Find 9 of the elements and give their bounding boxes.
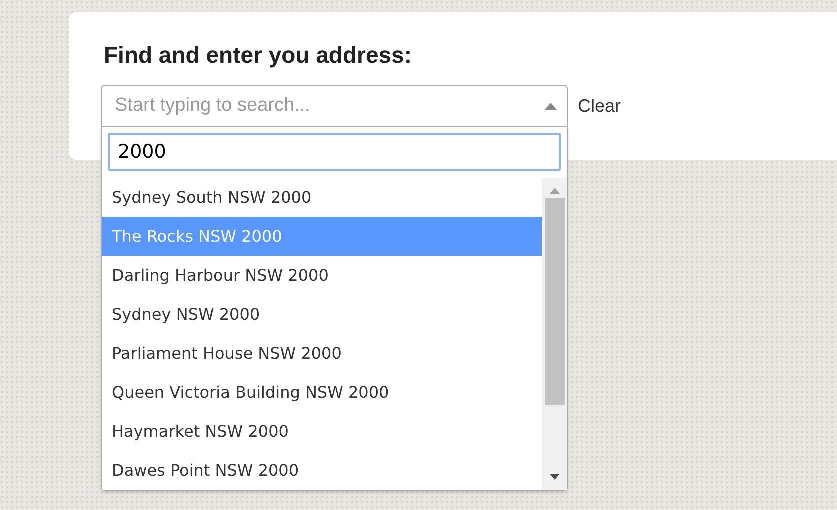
caret-up-icon — [545, 102, 557, 110]
clear-link[interactable]: Clear — [578, 96, 622, 116]
scroll-up-icon[interactable] — [550, 188, 560, 194]
form-heading: Find and enter you address: — [104, 42, 412, 69]
address-option[interactable]: Dawes Point NSW 2000 — [102, 451, 542, 490]
scroll-thumb[interactable] — [544, 198, 564, 405]
search-field[interactable]: 2000 — [108, 133, 561, 171]
scrollbar[interactable] — [542, 178, 567, 490]
scroll-down-icon[interactable] — [550, 474, 560, 480]
